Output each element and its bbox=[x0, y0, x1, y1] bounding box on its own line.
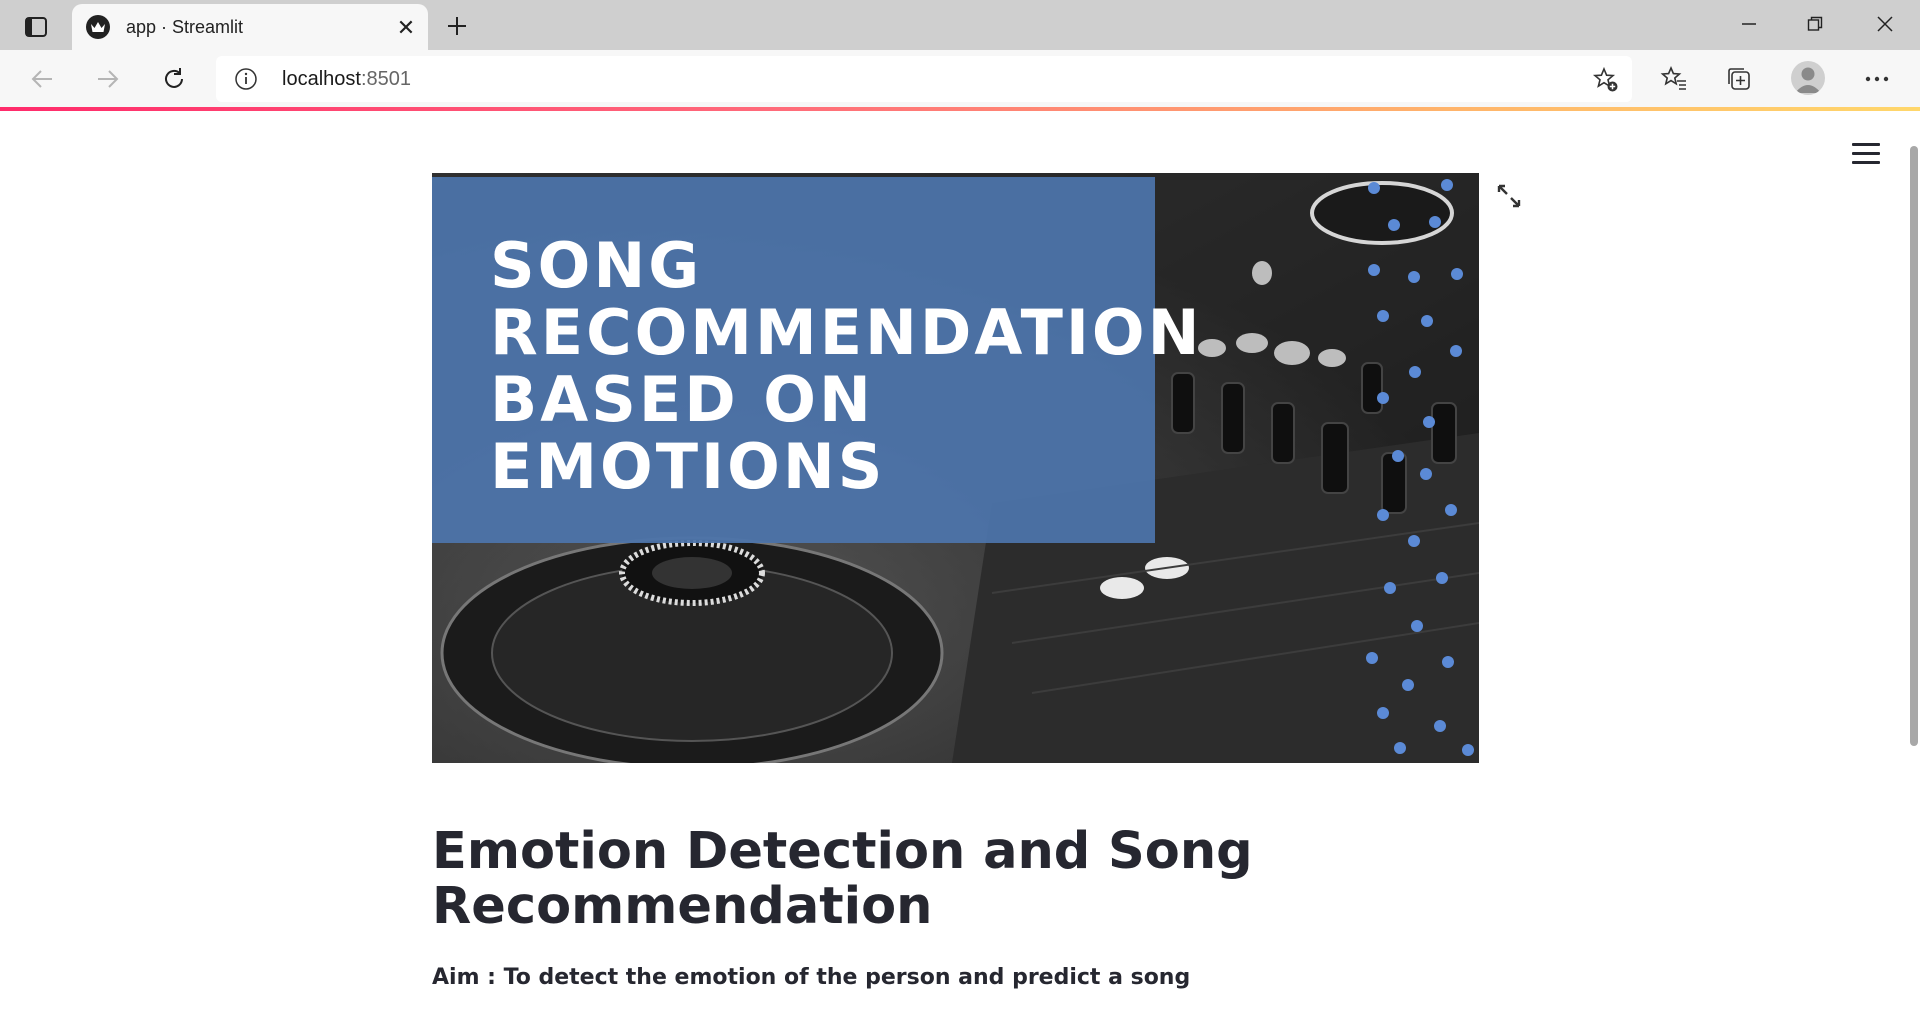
decorative-dot bbox=[1402, 679, 1414, 691]
decorative-dot bbox=[1388, 219, 1400, 231]
decorative-dot bbox=[1420, 468, 1432, 480]
page-title: Emotion Detection and Song Recommendatio… bbox=[432, 822, 1253, 936]
aim-text: Aim : To detect the emotion of the perso… bbox=[432, 965, 1191, 990]
decorative-dot bbox=[1408, 535, 1420, 547]
url-text[interactable]: localhost:8501 bbox=[282, 68, 411, 91]
banner-title: SONG RECOMMENDATION BASED ON EMOTIONS bbox=[490, 229, 1203, 503]
decorative-dot bbox=[1368, 264, 1380, 276]
reload-icon[interactable] bbox=[154, 60, 194, 98]
decorative-dot bbox=[1436, 572, 1448, 584]
decorative-dot bbox=[1377, 392, 1389, 404]
back-arrow-icon[interactable] bbox=[22, 60, 62, 98]
banner-title-panel: SONG RECOMMENDATION BASED ON EMOTIONS bbox=[432, 177, 1203, 543]
decorative-dot bbox=[1368, 182, 1380, 194]
decorative-dot bbox=[1434, 720, 1446, 732]
browser-toolbar: localhost:8501 bbox=[0, 50, 1920, 108]
decorative-dot bbox=[1450, 345, 1462, 357]
decorative-dot bbox=[1411, 620, 1423, 632]
decorative-dot bbox=[1392, 450, 1404, 462]
new-tab-plus-icon[interactable] bbox=[440, 10, 474, 42]
tab-title: app · Streamlit bbox=[126, 17, 244, 37]
decorative-dot bbox=[1377, 707, 1389, 719]
collections-icon[interactable] bbox=[1722, 62, 1756, 96]
browser-tabstrip: app · Streamlit ✕ bbox=[0, 0, 1920, 50]
tab-actions-icon[interactable] bbox=[19, 12, 53, 42]
forward-arrow-icon[interactable] bbox=[88, 60, 128, 98]
decorative-dot bbox=[1441, 179, 1453, 191]
more-options-icon[interactable] bbox=[1860, 62, 1894, 96]
favorites-icon[interactable] bbox=[1657, 62, 1691, 96]
decorative-dot bbox=[1377, 509, 1389, 521]
streamlit-app-page: SONG RECOMMENDATION BASED ON EMOTIONS Em… bbox=[0, 111, 1920, 1021]
decorative-dot bbox=[1408, 271, 1420, 283]
address-bar[interactable]: localhost:8501 bbox=[216, 56, 1632, 102]
decorative-dot bbox=[1366, 652, 1378, 664]
main-menu-hamburger-icon[interactable] bbox=[1852, 143, 1880, 165]
decorative-dot bbox=[1451, 268, 1463, 280]
decorative-dot bbox=[1409, 366, 1421, 378]
tab-close-icon[interactable]: ✕ bbox=[394, 15, 418, 40]
decorative-dot bbox=[1384, 582, 1396, 594]
decorative-dot bbox=[1429, 216, 1441, 228]
decorative-dot bbox=[1442, 656, 1454, 668]
browser-tab-active[interactable]: app · Streamlit ✕ bbox=[72, 4, 428, 50]
restore-icon[interactable] bbox=[1792, 8, 1838, 40]
decorative-dot bbox=[1377, 310, 1389, 322]
profile-avatar[interactable] bbox=[1791, 61, 1825, 95]
decorative-dot bbox=[1394, 742, 1406, 754]
window-close-icon[interactable] bbox=[1862, 8, 1908, 40]
decorative-dot bbox=[1421, 315, 1433, 327]
banner-image: SONG RECOMMENDATION BASED ON EMOTIONS bbox=[432, 173, 1479, 763]
site-info-icon[interactable] bbox=[234, 67, 258, 91]
decorative-dot bbox=[1423, 416, 1435, 428]
add-favorite-star-icon[interactable] bbox=[1592, 66, 1620, 94]
decorative-dot bbox=[1445, 504, 1457, 516]
fullscreen-expand-icon[interactable] bbox=[1496, 183, 1522, 209]
page-scrollbar[interactable] bbox=[1910, 146, 1918, 746]
minimize-icon[interactable] bbox=[1726, 8, 1772, 40]
url-port: :8501 bbox=[360, 68, 411, 90]
url-host: localhost bbox=[282, 68, 361, 90]
streamlit-crown-icon bbox=[86, 15, 110, 39]
decorative-dot bbox=[1462, 744, 1474, 756]
